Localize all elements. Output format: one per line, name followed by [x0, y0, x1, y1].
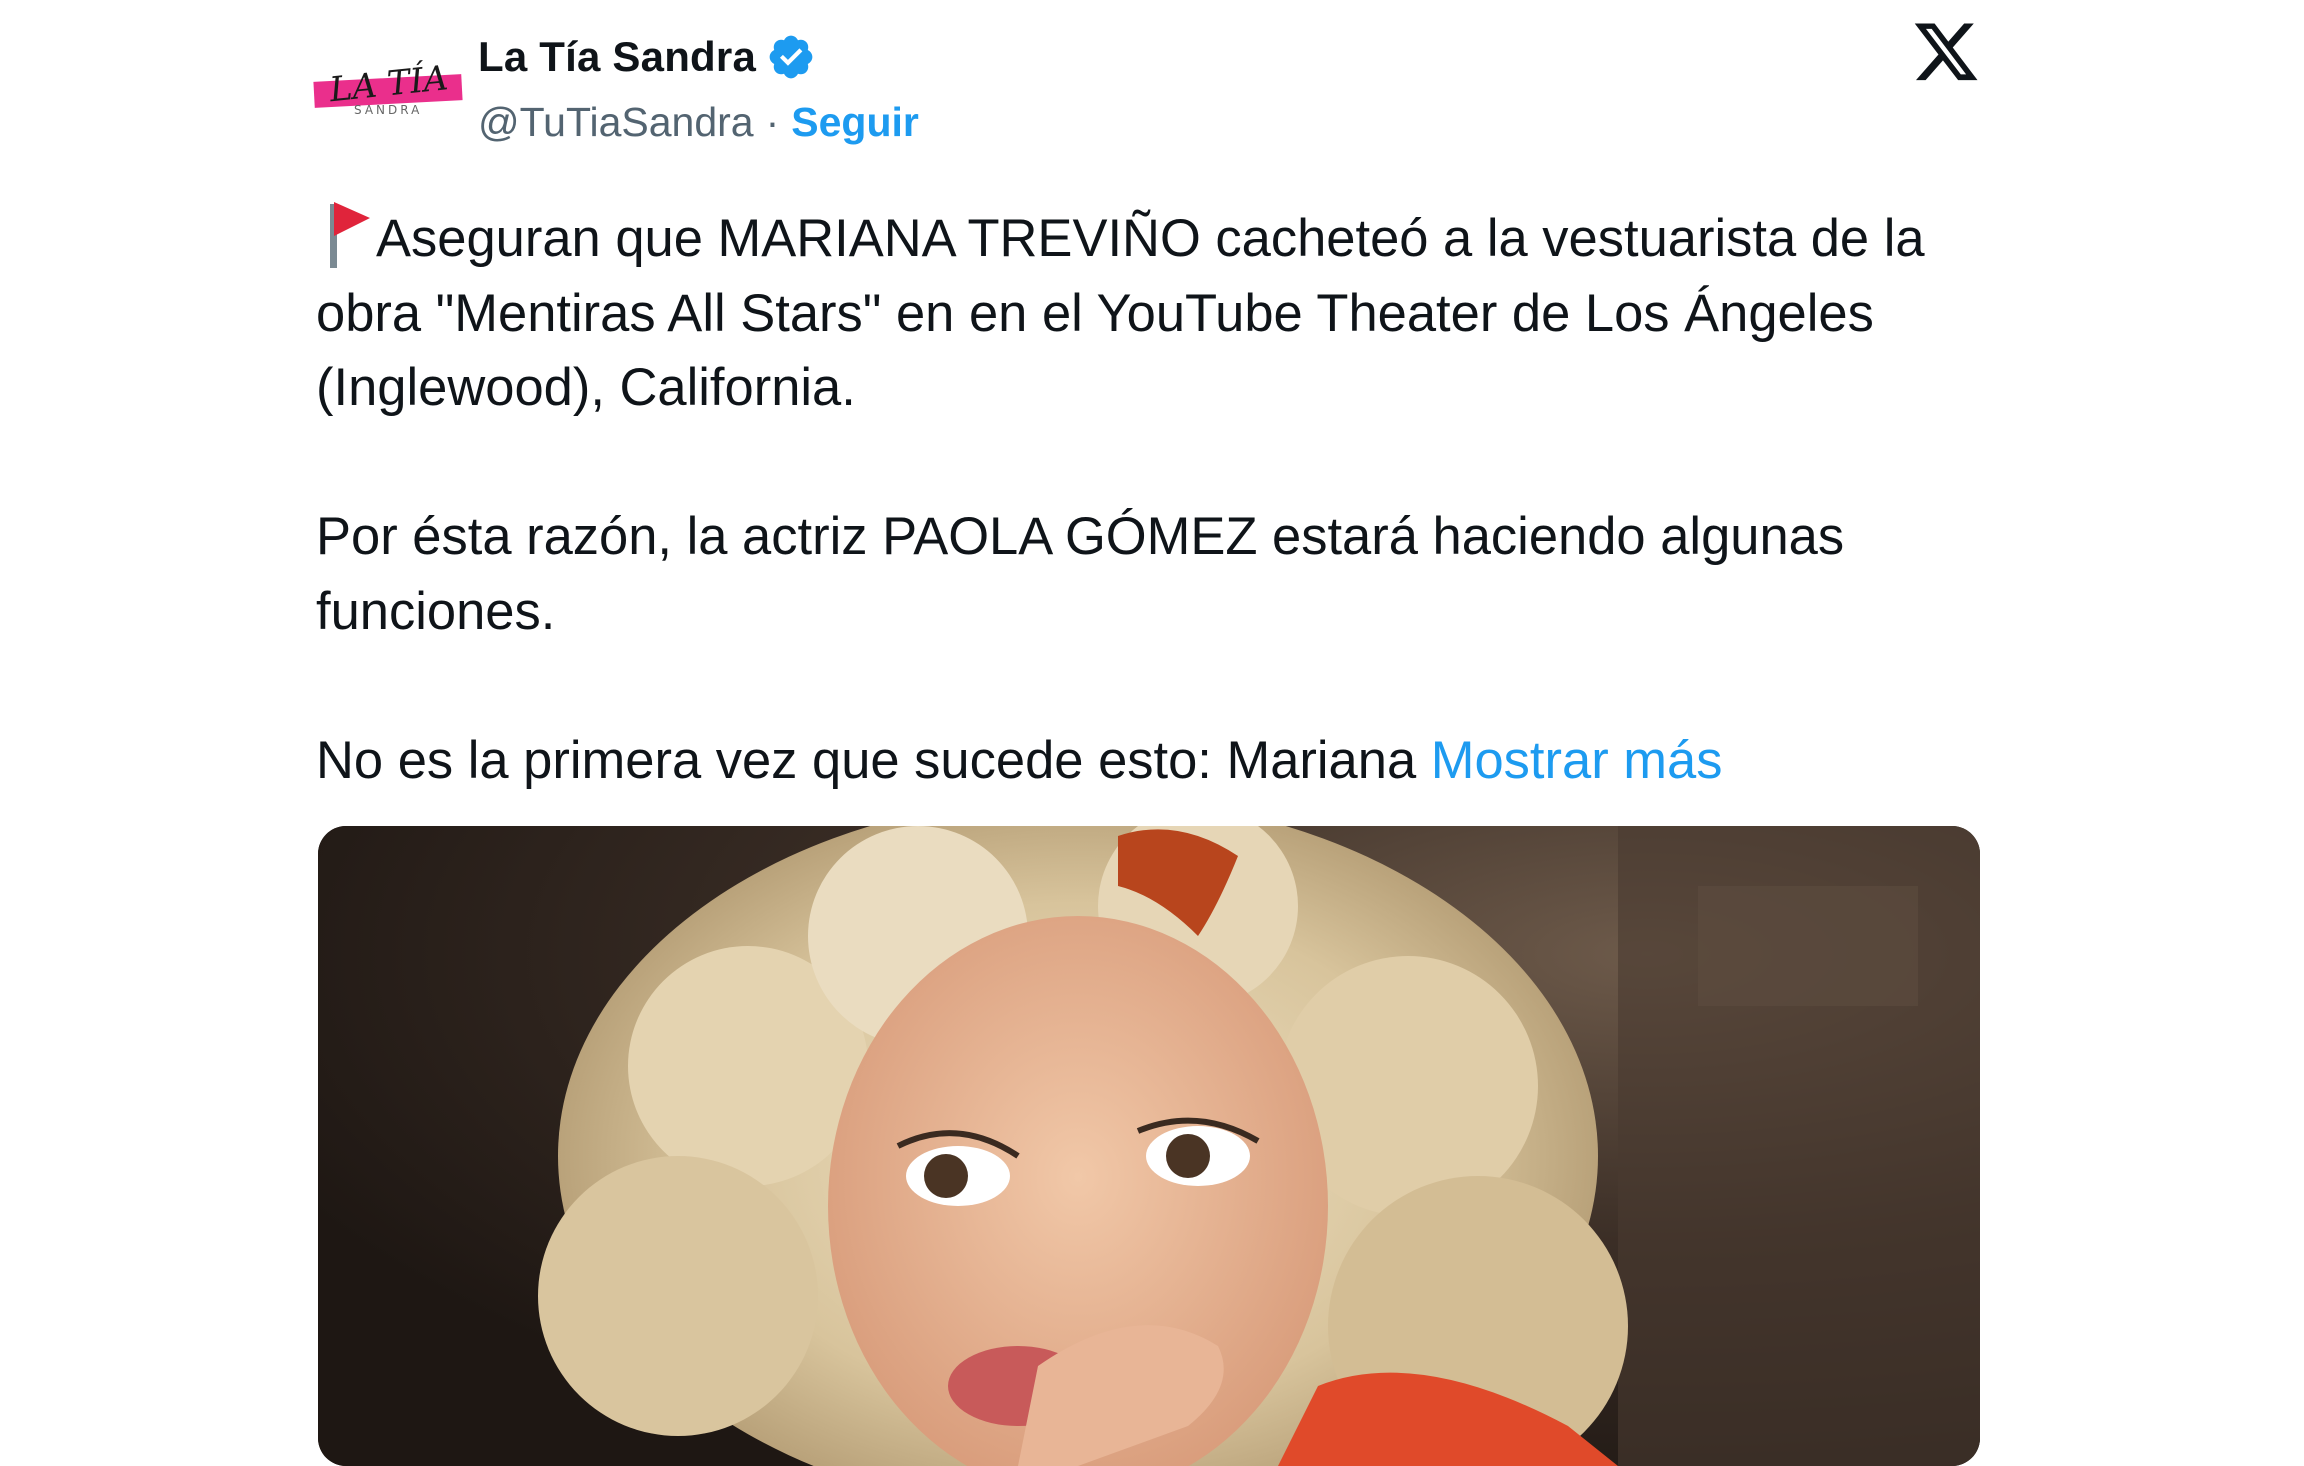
verified-badge-icon: [766, 32, 816, 82]
x-logo-icon[interactable]: [1910, 22, 1982, 86]
tweet-embed: LA TÍA SANDRA La Tía Sandra @TuTiaSandra…: [0, 0, 2304, 1466]
separator-dot: ·: [765, 98, 780, 145]
tweet-media-photo[interactable]: [318, 826, 1980, 1466]
tweet-paragraph-1: Aseguran que MARIANA TREVIÑO cacheteó a …: [316, 198, 2036, 426]
author-handle[interactable]: @TuTiaSandra: [478, 99, 754, 146]
tweet-paragraph-3-text: No es la primera vez que sucede esto: Ma…: [316, 730, 1417, 790]
tweet-paragraph-2: Por ésta razón, la actriz PAOLA GÓMEZ es…: [316, 507, 1845, 641]
author-handle-row: @TuTiaSandra · Seguir: [478, 96, 919, 148]
tweet-paragraph-1-text: Aseguran que MARIANA TREVIÑO cacheteó a …: [316, 209, 1925, 417]
tweet-paragraph-3: No es la primera vez que sucede esto: Ma…: [316, 724, 2036, 799]
author-display-name[interactable]: La Tía Sandra: [478, 33, 756, 81]
la-tia-sandra-logo: LA TÍA SANDRA: [313, 57, 463, 117]
red-flag-icon: [316, 198, 376, 270]
avatar-logo-subtext: SANDRA: [354, 103, 422, 117]
follow-button[interactable]: Seguir: [791, 99, 919, 146]
photo-illustration: [318, 826, 1980, 1466]
show-more-link[interactable]: Mostrar más: [1431, 731, 1723, 790]
tweet-text: Aseguran que MARIANA TREVIÑO cacheteó a …: [316, 198, 2036, 798]
author-name-row[interactable]: La Tía Sandra: [478, 30, 816, 84]
author-avatar[interactable]: LA TÍA SANDRA: [312, 50, 466, 132]
